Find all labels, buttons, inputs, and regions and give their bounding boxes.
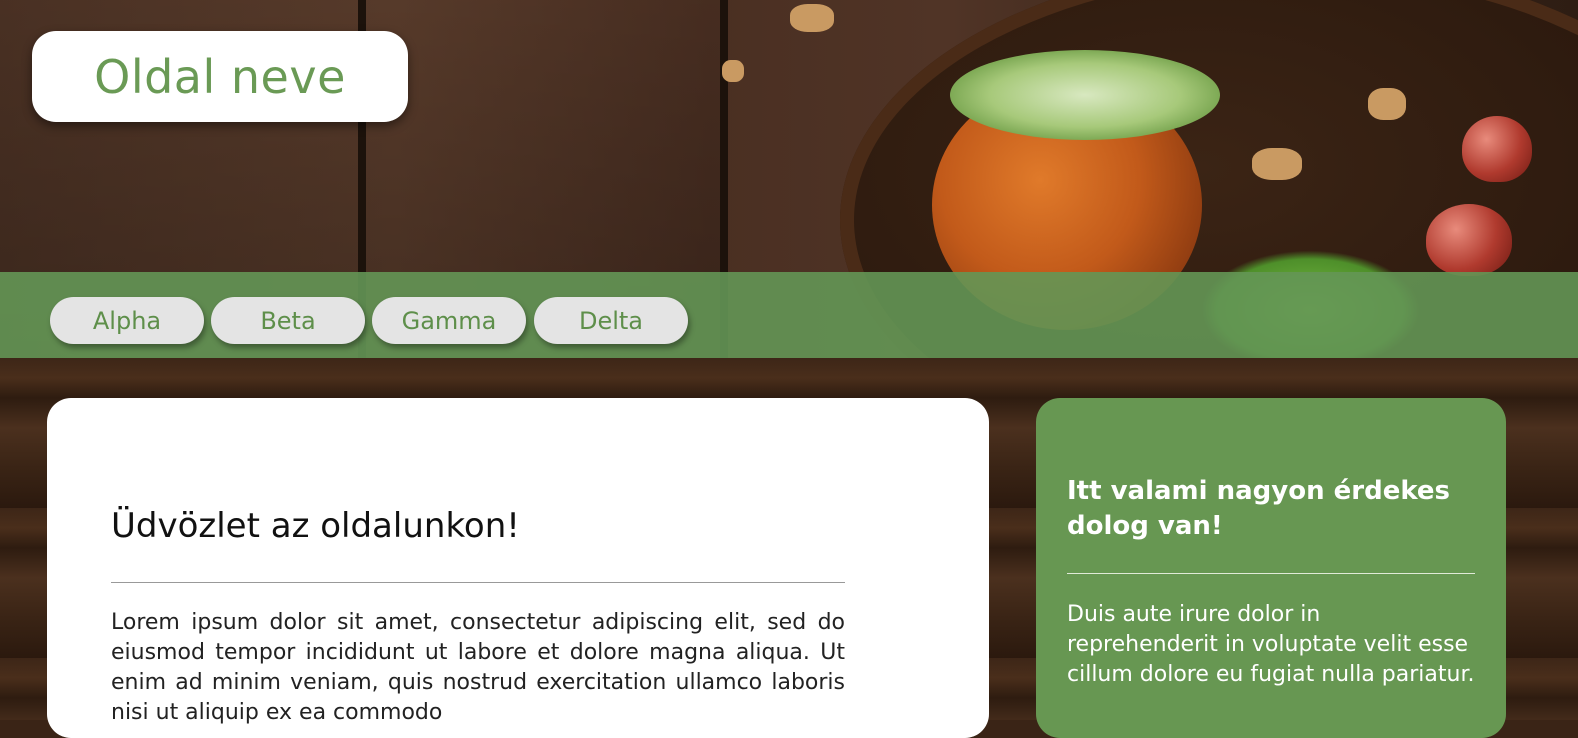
main-divider <box>111 582 845 583</box>
main-navigation: Alpha Beta Gamma Delta <box>0 272 1578 358</box>
sidebar-card: Itt valami nagyon érdekes dolog van! Dui… <box>1036 398 1506 738</box>
nav-item-delta[interactable]: Delta <box>534 297 688 344</box>
shallot-image <box>1426 204 1512 276</box>
main-paragraph: Lorem ipsum dolor sit amet, consectetur … <box>111 610 845 725</box>
site-logo[interactable]: Oldal neve <box>32 31 408 122</box>
bread-crumb <box>722 60 744 82</box>
bread-crumb <box>790 4 834 32</box>
main-heading: Üdvözlet az oldalunkon! <box>111 506 520 546</box>
sidebar-heading: Itt valami nagyon érdekes dolog van! <box>1067 476 1451 541</box>
bread-crumb <box>1368 88 1406 120</box>
main-content-card: Üdvözlet az oldalunkon! Lorem ipsum dolo… <box>47 398 989 738</box>
sidebar-paragraph: Duis aute irure dolor in reprehenderit i… <box>1067 602 1475 687</box>
site-title: Oldal neve <box>94 49 346 104</box>
bread-crumb <box>1252 148 1302 180</box>
nav-item-beta[interactable]: Beta <box>211 297 365 344</box>
nav-item-gamma[interactable]: Gamma <box>372 297 526 344</box>
nav-item-alpha[interactable]: Alpha <box>50 297 204 344</box>
sidebar-divider <box>1067 573 1475 574</box>
shallot-image <box>1462 116 1532 182</box>
burger-lettuce <box>950 50 1220 140</box>
